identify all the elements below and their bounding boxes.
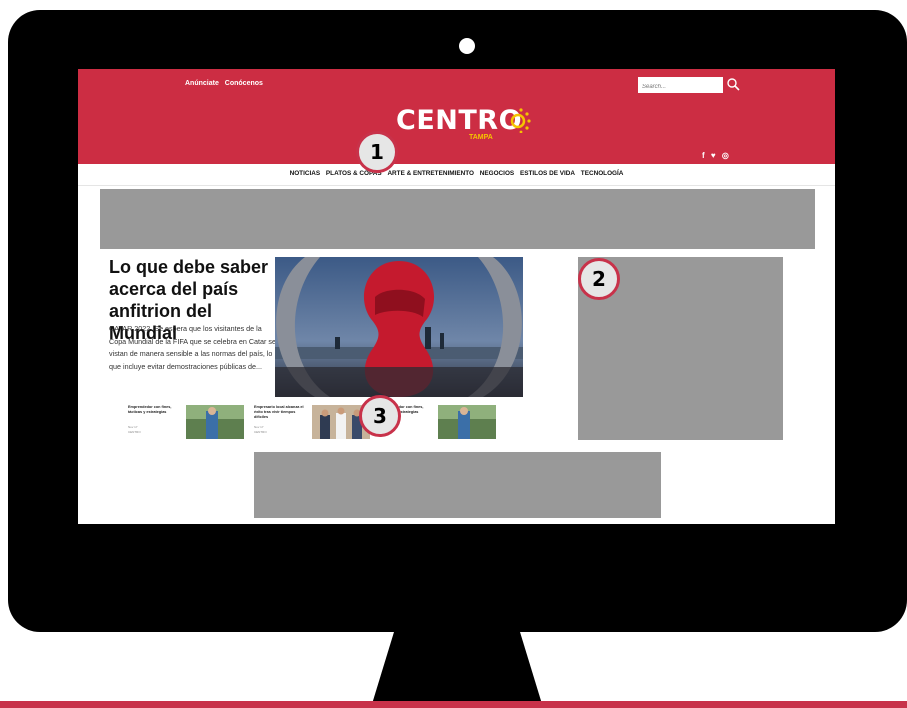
hero-image[interactable]	[275, 257, 523, 397]
nav-item-tecnologia[interactable]: TECNOLOGÍA	[581, 170, 624, 177]
site-header: Anúnciate Conócenos CENTRO TAMPA	[78, 69, 835, 164]
logo-text: CENTRO	[396, 105, 523, 136]
related-title[interactable]: Emprendedor con fines, tácticas y estrat…	[128, 405, 184, 415]
camera-dot	[459, 38, 475, 54]
nav-item-negocios[interactable]: NEGOCIOS	[480, 170, 514, 177]
main-nav: NOTICIAS PLATOS & COPAS ARTE & ENTRETENI…	[78, 170, 835, 177]
monitor-stand	[372, 632, 542, 704]
link-anunciate[interactable]: Anúnciate	[185, 80, 219, 87]
number-badge-1: 1	[356, 131, 398, 173]
centro-tampa-logo[interactable]: CENTRO TAMPA	[396, 105, 536, 145]
nav-item-arte[interactable]: ARTE & ENTRETENIMIENTO	[387, 170, 474, 177]
related-image[interactable]	[186, 405, 244, 439]
nav-item-estilos[interactable]: ESTILOS DE VIDA	[520, 170, 575, 177]
related-source: CENTRO	[254, 430, 267, 434]
top-links: Anúnciate Conócenos	[185, 80, 267, 87]
related-card[interactable]: Emprendedor con fines, tácticas y estrat…	[128, 405, 252, 443]
article-excerpt: CATAR 2022. Se espera que los visitantes…	[109, 324, 277, 371]
logo-subtext: TAMPA	[469, 134, 493, 141]
search-icon[interactable]	[726, 77, 740, 91]
facebook-icon[interactable]: f	[702, 151, 705, 160]
nav-divider	[78, 185, 835, 186]
ad-slot-1[interactable]	[100, 189, 815, 249]
number-badge-2: 2	[578, 258, 620, 300]
ad-slot-3[interactable]	[254, 452, 661, 518]
website-screen: Anúnciate Conócenos CENTRO TAMPA	[78, 69, 835, 524]
base-line	[0, 701, 907, 708]
number-badge-3: 3	[359, 395, 401, 437]
sun-icon	[510, 108, 531, 133]
related-title[interactable]: Empresario local alcanza el éxito tras v…	[254, 405, 310, 420]
link-conocenos[interactable]: Conócenos	[225, 80, 263, 87]
search-input[interactable]	[638, 77, 723, 93]
nav-item-noticias[interactable]: NOTICIAS	[290, 170, 321, 177]
related-meta: Nov 17 CENTRO	[128, 425, 141, 435]
related-articles: Emprendedor con fines, tácticas y estrat…	[128, 405, 508, 443]
instagram-icon[interactable]: ◎	[722, 151, 729, 160]
related-meta: Nov 17 CENTRO	[254, 425, 267, 435]
twitter-icon[interactable]: ♥	[711, 151, 716, 160]
monitor-illustration: Anúnciate Conócenos CENTRO TAMPA	[0, 0, 907, 708]
related-source: CENTRO	[128, 430, 141, 434]
related-image[interactable]	[438, 405, 496, 439]
social-links: f ♥ ◎	[702, 151, 733, 160]
